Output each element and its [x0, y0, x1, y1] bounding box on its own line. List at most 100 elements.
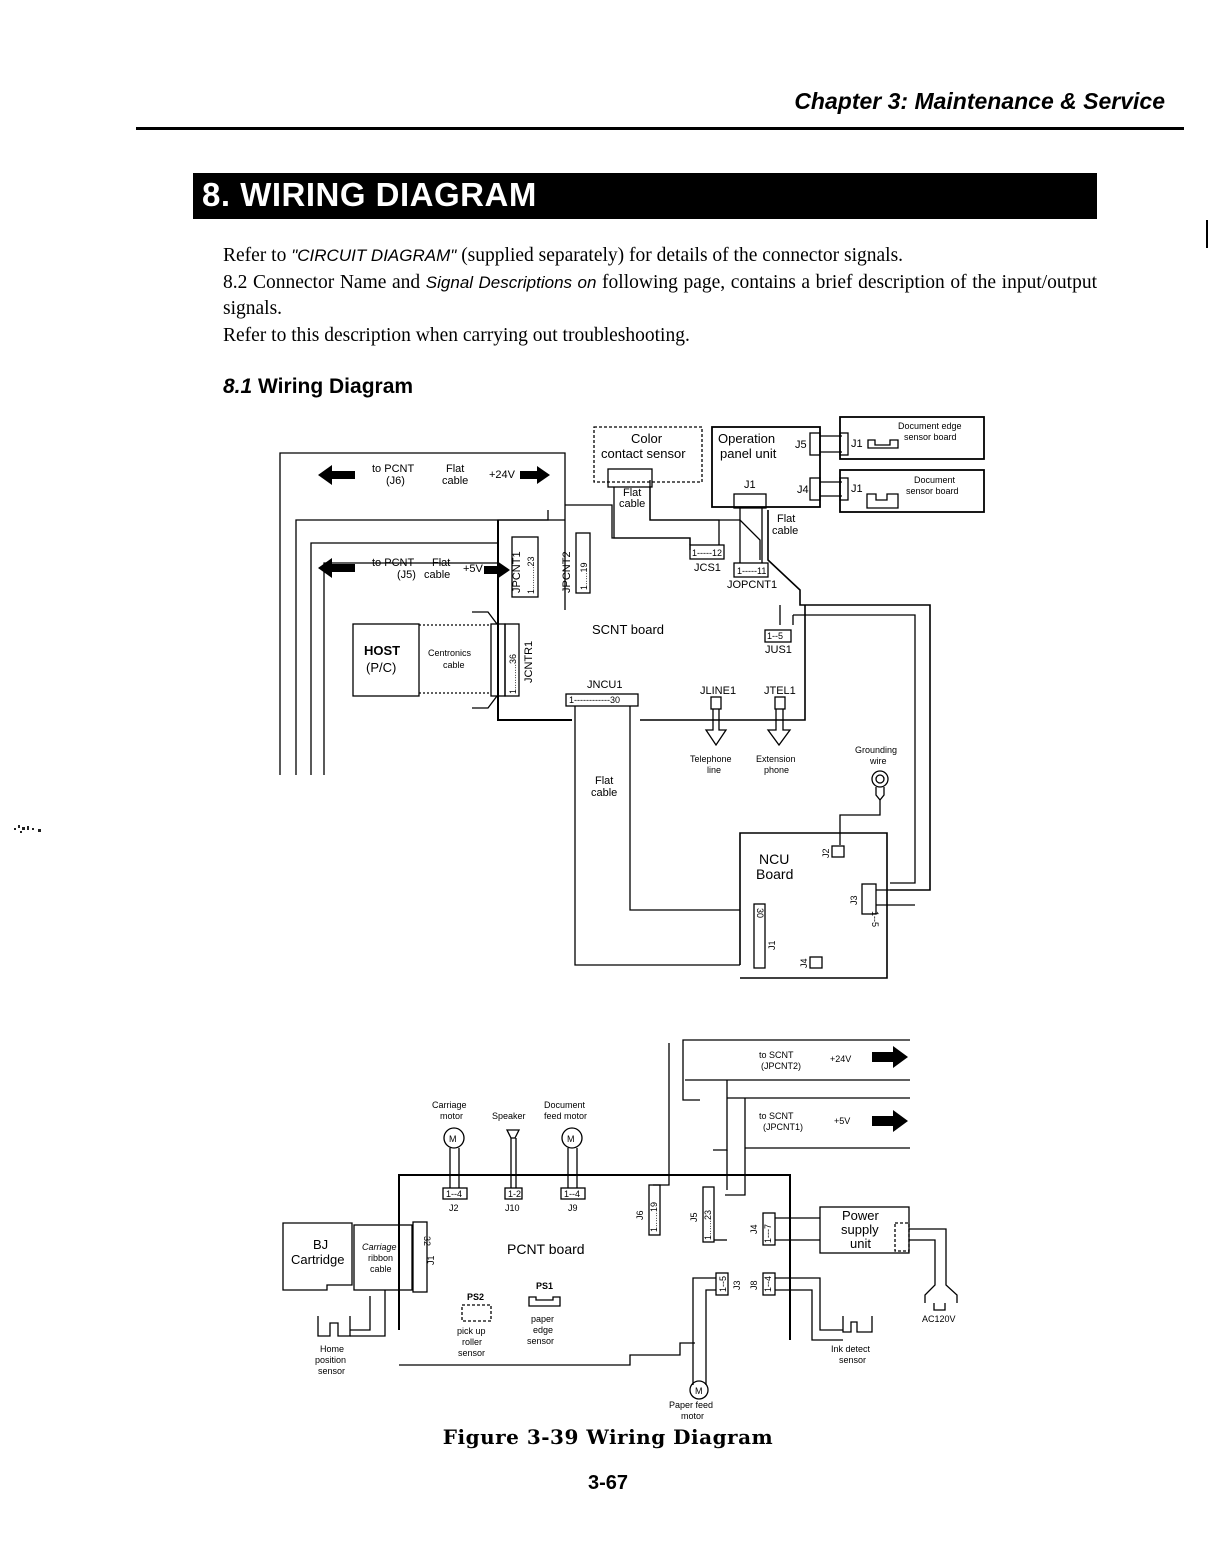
telephone-line-label: line	[707, 765, 721, 775]
ncu-board-label: NCU	[759, 851, 789, 867]
pcnt-board-label: PCNT board	[507, 1241, 585, 1257]
carriage-motor-label: motor	[440, 1111, 463, 1121]
j3-pins: 1--5	[718, 1276, 728, 1292]
telephone-line-label: Telephone	[690, 754, 732, 764]
j6-label: J6	[635, 1210, 645, 1220]
cable-24v-to: to PCNT	[372, 463, 414, 475]
j4-label: J4	[749, 1224, 759, 1234]
bj-cartridge-label: Cartridge	[291, 1252, 344, 1267]
to-scnt-24-label: (JPCNT2)	[761, 1061, 801, 1071]
cable-24v-outer	[279, 452, 566, 775]
arrow-right-icon	[872, 1046, 908, 1068]
jtel1-label: JTEL1	[764, 685, 796, 697]
speaker-label: Speaker	[492, 1111, 526, 1121]
to-scnt-5-voltage: +5V	[834, 1116, 850, 1126]
op-panel-label: panel unit	[720, 446, 777, 461]
ink-sensor-label: Ink detect	[831, 1344, 871, 1354]
home-sensor-label: sensor	[318, 1366, 345, 1376]
centronics-label: cable	[443, 660, 465, 670]
ps1-desc: edge	[533, 1325, 553, 1335]
j5-pins: 1......23	[703, 1210, 713, 1240]
ps2-label: PS2	[467, 1292, 484, 1302]
carriage-motor-label: Carriage	[432, 1100, 467, 1110]
ps1-desc: paper	[531, 1314, 554, 1324]
j5-label: J5	[689, 1212, 699, 1222]
grounding-wire-label: Grounding	[855, 745, 897, 755]
scnt-board-top	[565, 504, 691, 550]
cable-24v-inner	[295, 510, 549, 775]
doc-feed-motor-label: Document	[544, 1100, 586, 1110]
jline1-label: JLINE1	[700, 685, 736, 697]
arrow-right-icon	[872, 1110, 908, 1132]
jcs1-pins: 1-----12	[692, 548, 722, 558]
j6-pins: 1......19	[649, 1202, 659, 1232]
cable-5v-voltage: +5V	[463, 563, 484, 575]
jcntr1-pins: 1..........36	[508, 654, 518, 694]
power-supply-label: unit	[850, 1236, 871, 1251]
cable-5v-conn: (J5)	[397, 569, 416, 581]
home-sensor-label: Home	[320, 1344, 344, 1354]
cable-24v-type: cable	[442, 475, 468, 487]
cable-5v-type: Flat	[432, 557, 450, 569]
ncu-j3-label: J3	[849, 895, 859, 905]
jopcnt1-pins: 1-----11	[737, 566, 766, 576]
bj-cartridge-label: BJ	[313, 1237, 328, 1252]
motor-icon: M	[449, 1134, 457, 1144]
ribbon-cable-label: Carriage	[362, 1242, 397, 1252]
cable-24v-conn: (J6)	[386, 475, 405, 487]
jncu1-pins: 1------------30	[569, 695, 620, 705]
cable-5v-type: cable	[424, 569, 450, 581]
cable-24v-voltage: +24V	[489, 469, 516, 481]
figure-caption: Figure 3-39 Wiring Diagram	[442, 1425, 774, 1449]
arrow-right-icon	[484, 561, 510, 579]
ncu-board-label: Board	[756, 866, 793, 882]
cable-5v-inner	[323, 562, 498, 775]
jpcnt2-label: JPCNT2	[561, 551, 573, 593]
op-panel-j4: J4	[797, 484, 809, 496]
j8-pins: 1--4	[763, 1276, 773, 1292]
paper-feed-motor-label: motor	[681, 1411, 704, 1421]
host-label: HOST	[364, 643, 400, 658]
jncu1-label: JNCU1	[587, 679, 622, 691]
cable-5v-to: to PCNT	[372, 557, 414, 569]
home-sensor-label: position	[315, 1355, 346, 1365]
doc-edge-board-label: sensor board	[904, 432, 957, 442]
doc-board-label: sensor board	[906, 486, 959, 496]
to-scnt-5-label: to SCNT	[759, 1111, 794, 1121]
j9-label: J9	[568, 1203, 578, 1213]
j3-label: J3	[732, 1280, 742, 1290]
jus1-label: JUS1	[765, 644, 792, 656]
doc-feed-motor-label: feed motor	[544, 1111, 587, 1121]
arrow-left-icon	[318, 465, 355, 485]
ps2-desc: sensor	[458, 1348, 485, 1358]
jopcnt1-label: JOPCNT1	[727, 579, 777, 591]
j8-label: J8	[749, 1280, 759, 1290]
power-supply-label: supply	[841, 1222, 879, 1237]
ncu-j1-label: J1	[767, 940, 777, 950]
color-sensor-label: contact sensor	[601, 446, 686, 461]
ps2-desc: roller	[462, 1337, 482, 1347]
doc-board-label: Document	[914, 475, 956, 485]
page-number: 3-67	[587, 1472, 629, 1494]
jus1-pins: 1--5	[767, 631, 783, 641]
ac-label: AC120V	[922, 1314, 956, 1324]
j10-label: J10	[505, 1203, 520, 1213]
host-label: (P/C)	[366, 660, 396, 675]
flat-cable-label: Flat	[595, 775, 613, 787]
op-panel-j5: J5	[795, 439, 807, 451]
wiring-diagram: to PCNT (J6) Flat cable +24V to PCNT (J5…	[279, 416, 985, 1421]
op-panel-j1: J1	[744, 479, 756, 491]
ps1-desc: sensor	[527, 1336, 554, 1346]
j9-pins: 1--4	[564, 1189, 580, 1199]
motor-icon: M	[567, 1134, 575, 1144]
flat-cable-label: cable	[619, 498, 645, 510]
j10-pins: 1-2	[508, 1189, 521, 1199]
jcs1-label: JCS1	[694, 562, 721, 574]
ribbon-cable-label: ribbon	[368, 1253, 393, 1263]
jcntr1-label: JCNTR1	[523, 641, 535, 683]
scnt-board-label: SCNT board	[592, 622, 664, 637]
j2-label: J2	[449, 1203, 459, 1213]
flat-cable-label: cable	[591, 787, 617, 799]
ncu-j2-label: J2	[821, 848, 831, 858]
jpcnt2-pins: 1.....19	[579, 562, 589, 590]
